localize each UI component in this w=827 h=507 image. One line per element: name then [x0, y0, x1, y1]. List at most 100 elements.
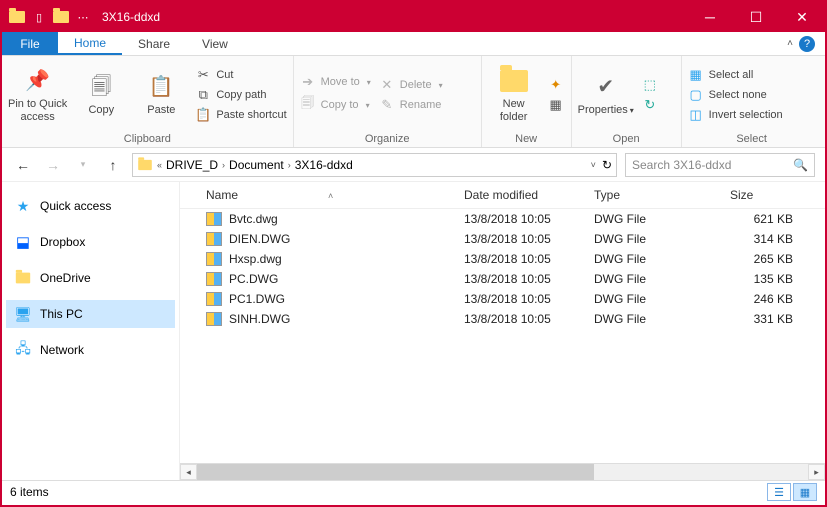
copy-to-button[interactable]: 🗐Copy to▾: [300, 94, 371, 116]
search-icon: 🔍: [793, 158, 808, 172]
file-size: 265 KB: [730, 252, 815, 266]
ribbon: 📌Pin to Quick access 🗐Copy 📋Paste ✂Cut ⧉…: [2, 56, 825, 148]
history-icon: ↻: [642, 97, 658, 113]
file-row[interactable]: PC1.DWG13/8/2018 10:05DWG File246 KB: [180, 289, 825, 309]
file-name: PC1.DWG: [229, 292, 285, 306]
move-to-button[interactable]: ➔Move to▾: [300, 74, 371, 90]
file-type: DWG File: [594, 272, 730, 286]
window-title: 3X16-ddxd: [102, 10, 160, 24]
pin-to-quick-access-button[interactable]: 📌Pin to Quick access: [8, 67, 67, 122]
file-size: 331 KB: [730, 312, 815, 326]
dwg-icon: [206, 272, 222, 286]
column-headers[interactable]: Name˄ Date modified Type Size: [180, 182, 825, 209]
breadcrumb[interactable]: « DRIVE_D› Document› 3X16-ddxd ˅↻: [132, 153, 617, 177]
details-view-button[interactable]: ☰: [767, 483, 791, 501]
refresh-button[interactable]: ↻: [602, 158, 612, 172]
group-label-new: New: [488, 132, 565, 145]
star-icon: ★: [14, 197, 32, 215]
open-button[interactable]: ⬚: [642, 77, 658, 93]
delete-button[interactable]: ✕Delete▾: [379, 77, 443, 93]
select-all-button[interactable]: ▦Select all: [688, 67, 783, 83]
select-none-button[interactable]: ▢Select none: [688, 87, 783, 103]
history-button[interactable]: ↻: [642, 97, 658, 113]
file-name: SINH.DWG: [229, 312, 290, 326]
copy-path-button[interactable]: ⧉Copy path: [195, 87, 286, 103]
nav-dropbox[interactable]: ⬓Dropbox: [6, 228, 175, 256]
horizontal-scrollbar[interactable]: ◂ ▸: [180, 463, 825, 480]
share-tab[interactable]: Share: [122, 32, 186, 55]
file-date: 13/8/2018 10:05: [464, 252, 594, 266]
item-count: 6 items: [10, 485, 49, 499]
easy-access-button[interactable]: ▦: [548, 97, 564, 113]
dwg-icon: [206, 312, 222, 326]
invert-selection-button[interactable]: ◫Invert selection: [688, 107, 783, 123]
file-type: DWG File: [594, 312, 730, 326]
recent-dropdown[interactable]: ▾: [72, 154, 94, 176]
breadcrumb-folder-icon: [138, 159, 152, 169]
qat-overflow[interactable]: ⋯: [74, 8, 92, 26]
home-tab[interactable]: Home: [58, 32, 122, 55]
nav-network[interactable]: 🖧Network: [6, 336, 175, 364]
file-date: 13/8/2018 10:05: [464, 292, 594, 306]
file-date: 13/8/2018 10:05: [464, 312, 594, 326]
file-list: Bvtc.dwg13/8/2018 10:05DWG File621 KBDIE…: [180, 209, 825, 463]
paste-shortcut-icon: 📋: [195, 107, 211, 123]
file-name: PC.DWG: [229, 272, 278, 286]
properties-button[interactable]: ✔Properties▾: [578, 73, 634, 116]
nav-quick-access[interactable]: ★Quick access: [6, 192, 175, 220]
file-row[interactable]: Bvtc.dwg13/8/2018 10:05DWG File621 KB: [180, 209, 825, 229]
scroll-thumb[interactable]: [197, 464, 594, 480]
file-name: Hxsp.dwg: [229, 252, 282, 266]
group-label-clipboard: Clipboard: [8, 132, 287, 145]
close-button[interactable]: ✕: [779, 2, 825, 32]
back-button[interactable]: ←: [12, 154, 34, 176]
forward-button[interactable]: →: [42, 154, 64, 176]
content-pane: Name˄ Date modified Type Size Bvtc.dwg13…: [180, 182, 825, 480]
file-row[interactable]: SINH.DWG 13/8/2018 10:05DWG File331 KB: [180, 309, 825, 329]
file-row[interactable]: PC.DWG13/8/2018 10:05DWG File135 KB: [180, 269, 825, 289]
minimize-button[interactable]: ─: [687, 2, 733, 32]
file-tab[interactable]: File: [2, 32, 58, 55]
rename-button[interactable]: ✎Rename: [379, 97, 443, 113]
copy-to-icon: 🗐: [300, 94, 316, 116]
scroll-right-button[interactable]: ▸: [808, 464, 825, 480]
breadcrumb-dropdown[interactable]: ˅: [591, 160, 596, 170]
new-item-button[interactable]: ✦: [548, 77, 564, 93]
copy-button[interactable]: 🗐Copy: [75, 73, 127, 116]
group-label-organize: Organize: [300, 132, 475, 145]
file-type: DWG File: [594, 252, 730, 266]
pc-icon: 🖥: [14, 305, 32, 323]
network-icon: 🖧: [14, 341, 32, 359]
app-folder-icon: [8, 8, 26, 26]
help-icon[interactable]: ?: [799, 36, 815, 52]
paste-shortcut-button[interactable]: 📋Paste shortcut: [195, 107, 286, 123]
paste-button[interactable]: 📋Paste: [135, 73, 187, 116]
nav-onedrive[interactable]: OneDrive: [6, 264, 175, 292]
delete-icon: ✕: [379, 77, 395, 93]
search-input[interactable]: Search 3X16-ddxd🔍: [625, 153, 815, 177]
cut-button[interactable]: ✂Cut: [195, 67, 286, 83]
select-all-icon: ▦: [688, 67, 704, 83]
up-button[interactable]: ↑: [102, 154, 124, 176]
qat-item[interactable]: ▯: [30, 8, 48, 26]
view-tab[interactable]: View: [186, 32, 244, 55]
paste-icon: 📋: [146, 73, 176, 101]
file-type: DWG File: [594, 292, 730, 306]
file-row[interactable]: Hxsp.dwg 13/8/2018 10:05DWG File265 KB: [180, 249, 825, 269]
new-folder-button[interactable]: New folder: [488, 67, 540, 122]
onedrive-icon: [14, 269, 32, 287]
qat-folder-icon[interactable]: [52, 8, 70, 26]
icons-view-button[interactable]: ▦: [793, 483, 817, 501]
file-size: 314 KB: [730, 232, 815, 246]
nav-this-pc[interactable]: 🖥This PC: [6, 300, 175, 328]
file-row[interactable]: DIEN.DWG13/8/2018 10:05DWG File314 KB: [180, 229, 825, 249]
group-label-open: Open: [578, 132, 675, 145]
copy-path-icon: ⧉: [195, 87, 211, 103]
pin-icon: 📌: [23, 67, 53, 95]
maximize-button[interactable]: ☐: [733, 2, 779, 32]
file-date: 13/8/2018 10:05: [464, 272, 594, 286]
scroll-left-button[interactable]: ◂: [180, 464, 197, 480]
dwg-icon: [206, 252, 222, 266]
status-bar: 6 items ☰ ▦: [2, 480, 825, 503]
collapse-ribbon-icon[interactable]: ˄: [787, 38, 793, 49]
